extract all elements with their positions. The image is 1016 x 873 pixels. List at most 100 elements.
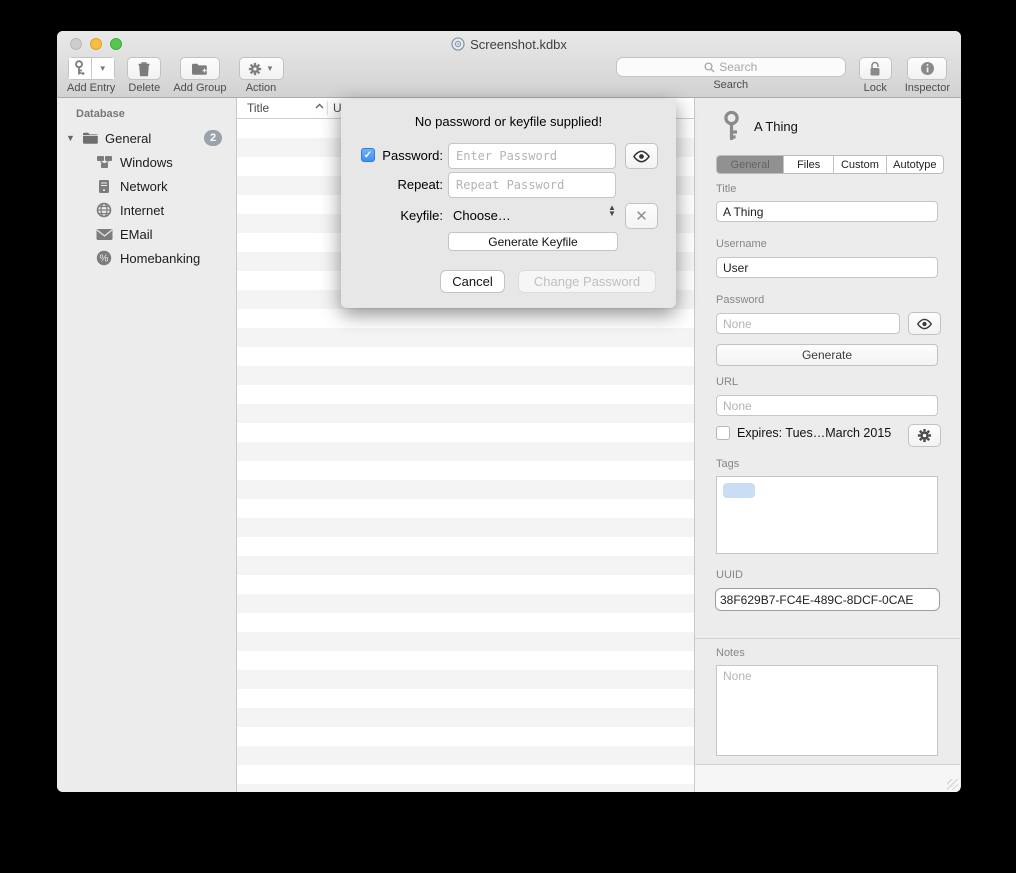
password-input[interactable] — [448, 143, 616, 169]
column-header-title[interactable]: Title — [247, 101, 269, 115]
tags-label: Tags — [716, 458, 739, 470]
sidebar-item-label: Windows — [120, 155, 173, 170]
password-label: Password: — [341, 148, 443, 163]
password-row: ✓ Password: — [341, 143, 676, 169]
inspector-button[interactable] — [907, 57, 947, 80]
resize-grip[interactable] — [947, 779, 958, 790]
eye-icon — [916, 318, 933, 330]
repeat-input[interactable] — [448, 172, 616, 198]
generate-password-button[interactable]: Generate — [716, 344, 938, 366]
inspector-tabs: General Files Custom Autotype — [716, 155, 944, 174]
search-item: Search Search — [616, 57, 846, 91]
add-entry-main-segment[interactable] — [69, 58, 92, 79]
notes-field[interactable] — [716, 665, 938, 756]
title-label: Title — [716, 183, 736, 195]
column-divider[interactable] — [327, 101, 328, 115]
lock-item: Lock — [859, 57, 892, 94]
chevron-down-icon: ▼ — [266, 65, 274, 73]
lock-button[interactable] — [859, 57, 892, 80]
sidebar-item-homebanking[interactable]: % Homebanking — [57, 248, 236, 268]
sort-ascending-icon — [315, 103, 324, 109]
search-placeholder: Search — [719, 60, 757, 74]
inspector-footer — [695, 765, 960, 792]
envelope-icon — [96, 228, 113, 241]
expires-checkbox[interactable] — [716, 426, 730, 440]
uuid-field[interactable] — [715, 588, 940, 611]
folder-icon — [82, 131, 99, 145]
gear-icon — [917, 428, 932, 443]
unlock-icon — [868, 61, 882, 77]
gear-icon — [248, 62, 262, 76]
url-field[interactable] — [716, 395, 938, 416]
sidebar-item-email[interactable]: EMail — [57, 224, 236, 244]
show-password-button[interactable] — [908, 312, 941, 335]
lock-label: Lock — [864, 82, 887, 94]
title-field[interactable] — [716, 201, 938, 222]
chevron-down-icon: ▼ — [99, 65, 107, 73]
search-input[interactable]: Search — [616, 57, 846, 77]
show-password-button[interactable] — [625, 143, 658, 169]
sidebar-item-label: General — [105, 131, 151, 146]
windows-icon — [96, 155, 113, 169]
app-window: Screenshot.kdbx ▼ Add Entry — [57, 31, 961, 792]
tag-pill[interactable] — [723, 483, 755, 498]
sidebar-item-general[interactable]: ▼ General 2 — [57, 128, 236, 148]
add-group-item: Add Group — [173, 57, 226, 94]
stepper-icon[interactable]: ▲▼ — [608, 205, 616, 217]
eye-icon — [632, 150, 651, 163]
notes-label: Notes — [716, 647, 745, 659]
tab-files[interactable]: Files — [784, 156, 834, 173]
key-plus-icon — [74, 60, 86, 77]
folder-plus-icon — [191, 62, 208, 76]
disclosure-triangle-icon[interactable]: ▼ — [66, 133, 75, 143]
add-group-button[interactable] — [180, 57, 220, 80]
action-button[interactable]: ▼ — [239, 57, 284, 80]
sidebar-section-header: Database — [76, 108, 125, 120]
sidebar-item-label: Homebanking — [120, 251, 200, 266]
add-entry-button[interactable]: ▼ — [68, 57, 115, 80]
expires-row: Expires: Tues…March 2015 — [716, 426, 891, 440]
trash-icon — [137, 61, 151, 77]
keyfile-popup[interactable]: Choose… — [453, 208, 511, 223]
change-password-button[interactable]: Change Password — [518, 270, 656, 293]
search-label: Search — [713, 79, 748, 91]
inspector-item: Inspector — [905, 57, 950, 94]
inspector-panel: A Thing General Files Custom Autotype Ti… — [694, 98, 960, 792]
entry-title: A Thing — [754, 119, 798, 134]
info-icon — [920, 61, 935, 76]
inspector-label: Inspector — [905, 82, 950, 94]
tab-autotype[interactable]: Autotype — [887, 156, 943, 173]
svg-text:%: % — [100, 254, 109, 265]
sidebar: Database ▼ General 2 — [57, 98, 237, 792]
delete-item: Delete — [127, 57, 161, 94]
url-label: URL — [716, 376, 738, 388]
globe-icon — [96, 202, 112, 218]
sidebar-item-internet[interactable]: Internet — [57, 200, 236, 220]
username-field[interactable] — [716, 257, 938, 278]
add-entry-label: Add Entry — [67, 82, 115, 94]
key-icon — [722, 111, 741, 143]
toolbar-right: Search Search Lock — [616, 57, 950, 94]
action-label: Action — [246, 82, 277, 94]
titlebar-toolbar: Screenshot.kdbx ▼ Add Entry — [57, 31, 961, 98]
expires-settings-button[interactable] — [908, 424, 941, 447]
repeat-row: Repeat: — [341, 172, 676, 198]
password-field[interactable] — [716, 313, 900, 334]
sidebar-item-label: Network — [120, 179, 168, 194]
add-entry-dropdown[interactable]: ▼ — [92, 58, 114, 79]
delete-button[interactable] — [127, 57, 161, 80]
tab-general[interactable]: General — [717, 156, 784, 173]
uuid-label: UUID — [716, 569, 743, 581]
titlebar: Screenshot.kdbx — [57, 35, 961, 53]
generate-keyfile-button[interactable]: Generate Keyfile — [448, 232, 618, 251]
entry-count-badge: 2 — [204, 130, 222, 146]
search-icon — [704, 62, 715, 73]
sidebar-item-windows[interactable]: Windows — [57, 152, 236, 172]
add-entry-item: ▼ Add Entry — [67, 57, 115, 94]
tags-box[interactable] — [716, 476, 938, 554]
password-label: Password — [716, 294, 764, 306]
sidebar-item-network[interactable]: Network — [57, 176, 236, 196]
tab-custom[interactable]: Custom — [834, 156, 886, 173]
cancel-button[interactable]: Cancel — [440, 270, 505, 293]
clear-keyfile-button[interactable]: ✕ — [625, 203, 658, 229]
